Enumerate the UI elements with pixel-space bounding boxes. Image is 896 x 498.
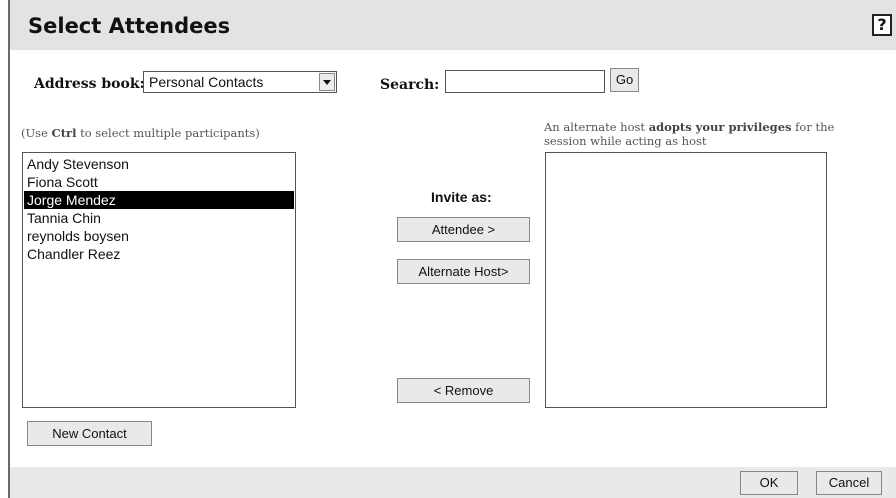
dialog-footer: OK Cancel [10,467,896,498]
contact-list-item[interactable]: Tannia Chin [24,209,294,227]
contacts-listbox[interactable]: Andy Stevenson Fiona Scott Jorge Mendez Tan… [22,152,296,408]
contact-list-item[interactable]: Chandler Reez [24,245,294,263]
select-attendees-dialog: Select Attendees ? Address book: Persona… [8,0,896,498]
invite-alternate-host-button[interactable]: Alternate Host> [397,259,530,284]
alternate-host-hint: An alternate host adopts your privileges… [544,120,835,148]
contact-list-item[interactable]: Jorge Mendez [24,191,294,209]
chevron-down-icon[interactable] [319,73,335,91]
contact-list-item[interactable]: Andy Stevenson [24,155,294,173]
invite-as-label: Invite as: [431,189,492,205]
remove-button[interactable]: < Remove [397,378,530,403]
dialog-title-bar: Select Attendees ? [10,0,896,50]
address-book-selected-value: Personal Contacts [149,74,264,90]
cancel-button[interactable]: Cancel [816,471,882,495]
go-button[interactable]: Go [610,68,639,92]
address-book-label: Address book: [34,76,145,92]
help-button[interactable]: ? [872,14,892,36]
address-book-select[interactable]: Personal Contacts [143,71,337,93]
invite-attendee-button[interactable]: Attendee > [397,217,530,242]
ok-button[interactable]: OK [740,471,798,495]
multi-select-hint: (Use Ctrl to select multiple participant… [21,126,260,140]
contact-list-item[interactable]: Fiona Scott [24,173,294,191]
invitees-listbox[interactable] [545,152,827,408]
search-input[interactable] [445,70,605,93]
dialog-title: Select Attendees [28,14,231,38]
new-contact-button[interactable]: New Contact [27,421,152,446]
contact-list-item[interactable]: reynolds boysen [24,227,294,245]
search-label: Search: [380,77,440,93]
